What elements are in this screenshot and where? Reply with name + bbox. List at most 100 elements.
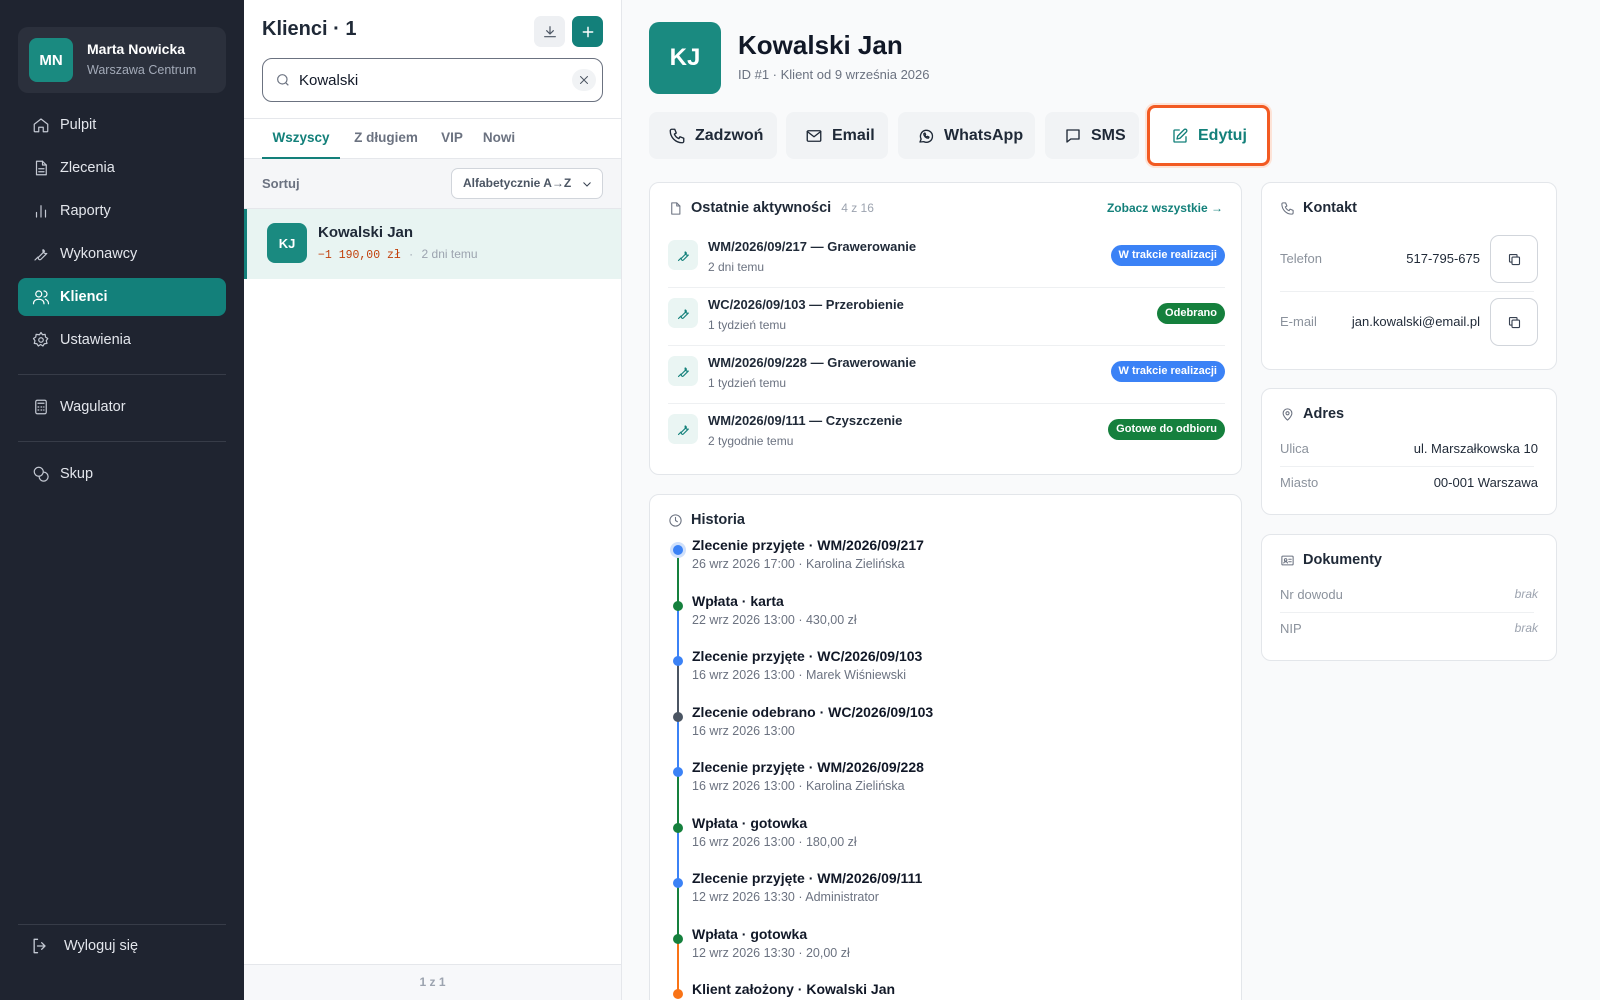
sidebar-item-zlecenia[interactable]: Zlecenia [18,149,226,187]
user-name: Marta Nowicka [87,41,186,57]
city-label: Miasto [1280,475,1319,490]
edit-button[interactable]: Edytuj [1147,105,1270,166]
sidebar-item-label: Wagulator [60,399,126,415]
email-button[interactable]: Email [786,112,888,159]
status-badge: Gotowe do odbioru [1108,419,1225,440]
logout-icon [33,938,46,954]
whatsapp-button[interactable]: WhatsApp [898,112,1035,159]
sort-bar: Sortuj Alfabetycznie A→Z [244,159,621,209]
sidebar-item-label: Klienci [60,289,108,305]
sidebar-item-skup[interactable]: Skup [18,455,226,493]
sidebar-item-label: Wykonawcy [60,246,138,262]
history-card: Historia Zlecenie przyjęte · WM/2026/09/… [649,494,1242,1000]
copy-phone-button[interactable] [1490,235,1538,283]
history-item-title: Klient założony · Kowalski Jan [692,981,896,997]
timeline-dot [670,542,686,558]
history-item-subtitle: 16 wrz 2026 13:00 [692,723,795,738]
sidebar-item-label: Raporty [60,203,111,219]
activity-item[interactable]: WM/2026/09/217 — Grawerowanie 2 dni temu… [668,230,1225,288]
id-number-value: brak [1514,587,1538,601]
edit-label: Edytuj [1198,126,1247,144]
tab-wszyscy[interactable]: Wszyscy [262,119,340,159]
chevron-down-icon [583,182,591,187]
tab-nowi[interactable]: Nowi [478,119,520,159]
sidebar-item-raporty[interactable]: Raporty [18,192,226,230]
activity-icon [668,414,698,444]
phone-icon [1281,201,1294,215]
wrench-icon [677,366,689,377]
activity-item[interactable]: WM/2026/09/228 — Grawerowanie 1 tydzień … [668,346,1225,404]
activity-title: WC/2026/09/103 — Przerobienie [708,297,904,312]
history-item-subtitle: 26 wrz 2026 17:00 · Karolina Zielińska [692,557,905,571]
history-item-title: Wpłata · gotowka [692,814,808,831]
contact-title: Kontakt [1303,200,1357,216]
timeline-dot [673,711,683,722]
sidebar-item-wagulator[interactable]: Wagulator [18,388,226,426]
activity-item[interactable]: WM/2026/09/111 — Czyszczenie 2 tygodnie … [668,404,1225,462]
history-item-title: Zlecenie przyjęte · WC/2026/09/103 [692,648,923,664]
filter-tabs: Wszyscy Z długiem VIP Nowi [244,118,621,159]
activity-item[interactable]: WC/2026/09/103 — Przerobienie 1 tydzień … [668,288,1225,346]
status-badge: W trakcie realizacji [1110,361,1225,382]
client-debt: −1 190,00 zł [318,249,401,262]
history-item-title: Wpłata · karta [692,592,784,609]
sidebar-divider [18,441,226,442]
timeline-connector [677,883,679,939]
gear-icon [32,331,49,347]
timeline-connector [677,716,679,772]
sidebar-item-ustawienia[interactable]: Ustawienia [18,321,226,359]
status-badge: Odebrano [1157,303,1225,324]
sidebar-divider [18,374,226,375]
clear-search-button[interactable] [572,69,596,91]
street-label: Ulica [1280,441,1309,456]
sidebar-item-wykonawcy[interactable]: Wykonawcy [18,235,226,273]
id-number-label: Nr dowodu [1280,587,1343,602]
activities-header: Ostatnie aktywności 4 z 16 [668,200,874,216]
client-detail: KJ Kowalski Jan ID #1 · Klient od 9 wrze… [622,0,1600,1000]
activity-time: 1 tydzień temu [708,376,787,390]
copy-icon [1508,316,1520,328]
add-client-button[interactable] [572,16,603,47]
activities-title: Ostatnie aktywności [691,200,832,216]
chat-icon [1066,128,1080,143]
export-button[interactable] [534,16,565,47]
tab-vip[interactable]: VIP [432,119,472,159]
history-item-title: Wpłata · gotowka [692,925,808,942]
phone-icon [669,128,685,143]
timeline-dot [673,878,683,888]
documents-header: Dokumenty [1280,552,1382,568]
tab-z-dlugiem[interactable]: Z długiem [346,119,426,159]
email-value: jan.kowalski@email.pl [1351,314,1480,329]
history-item-title: Zlecenie odebrano · WC/2026/09/103 [692,703,934,720]
home-icon [33,118,49,133]
mail-icon [806,129,822,142]
client-detail-name: Kowalski Jan [738,30,903,60]
copy-icon [1508,253,1520,265]
activity-icon [668,240,698,270]
copy-email-button[interactable] [1490,298,1538,346]
timeline-dot [673,656,683,666]
client-list-item[interactable]: KJ Kowalski Jan −1 190,00 zł · 2 dni tem… [244,209,621,279]
logout-button[interactable]: Wyloguj się [30,936,138,956]
activity-time: 2 dni temu [708,260,765,274]
nip-value: brak [1514,621,1538,635]
search-input[interactable] [299,69,559,91]
sort-label: Sortuj [262,176,300,191]
sidebar-item-pulpit[interactable]: Pulpit [18,106,226,144]
documents-title: Dokumenty [1303,552,1382,568]
sms-button[interactable]: SMS [1045,112,1139,159]
see-all-link[interactable]: Zobacz wszystkie → [1107,201,1223,215]
meta-separator: · [409,247,414,261]
phone-label: Telefon [1280,251,1322,266]
activity-title: WM/2026/09/111 — Czyszczenie [708,413,903,428]
nip-label: NIP [1280,621,1302,636]
contact-card: Kontakt Telefon 517-795-675 E-mail jan.k… [1261,182,1557,370]
sort-select[interactable]: Alfabetycznie A→Z [451,168,603,199]
user-profile-card[interactable]: MN Marta Nowicka Warszawa Centrum [18,27,226,93]
history-item-subtitle: 12 wrz 2026 13:30 · 20,00 zł [692,945,850,960]
timeline-dot [673,767,683,777]
call-button[interactable]: Zadzwoń [649,112,777,159]
history-item-subtitle: 16 wrz 2026 13:00 · 180,00 zł [692,834,857,849]
sidebar-item-klienci[interactable]: Klienci [18,278,226,316]
search-field [262,58,603,102]
